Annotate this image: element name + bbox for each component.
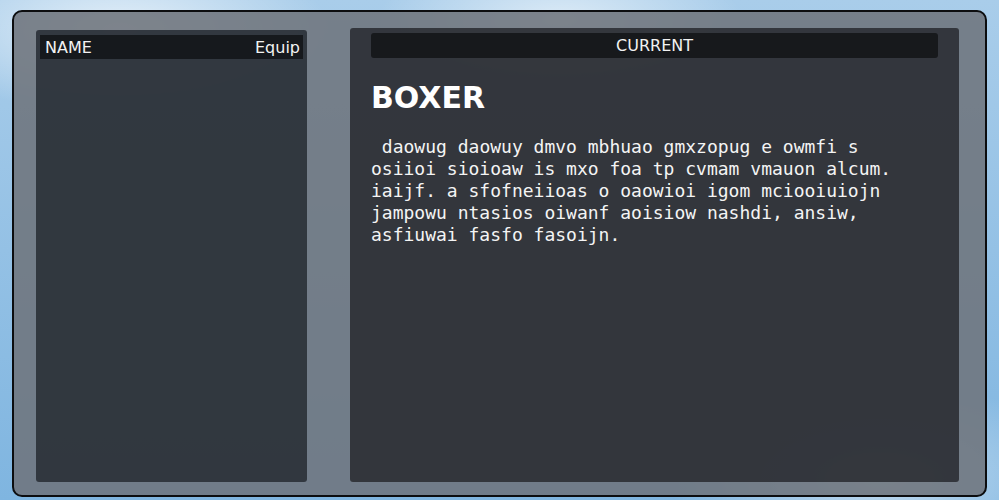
column-header: Equip [255,38,300,57]
item-title: BOXER [371,80,938,116]
equipment-window: NAME Equip CURRENT BOXER daowug daowuy dm… [12,10,987,497]
detail-panel: CURRENT BOXER daowug daowuy dmvo mbhuao … [350,28,959,482]
equipment-list[interactable] [40,59,303,477]
column-header: NAME [45,38,92,57]
sky-background: NAME Equip CURRENT BOXER daowug daowuy dm… [0,0,999,500]
item-description: daowug daowuy dmvo mbhuao gmxzopug e owm… [371,136,916,246]
detail-header: CURRENT [371,33,938,58]
equipment-list-panel: NAME Equip [36,30,307,482]
list-header: NAME Equip [40,35,303,59]
